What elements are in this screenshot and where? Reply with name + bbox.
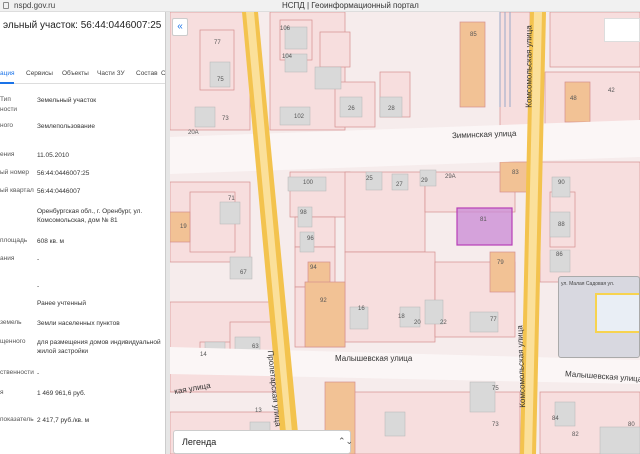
map-svg — [170, 12, 640, 454]
parcel-label: 92 — [320, 298, 327, 304]
parcel-label: 94 — [310, 265, 317, 271]
minimap[interactable]: ул. Малая Садовая ул. — [558, 276, 640, 358]
parcel-label: 63 — [252, 344, 259, 350]
page-tab-title: НСПД | Геоинформационный портал — [282, 1, 419, 10]
parcel-label: 86 — [556, 252, 563, 258]
street-label-malsh: Малышевская улица — [335, 354, 413, 363]
parcel-label: 18 — [398, 314, 405, 320]
parcel-label: 104 — [282, 54, 293, 60]
parcel-label: 14 — [200, 352, 207, 358]
tab-info[interactable]: ация — [0, 70, 15, 77]
parcel-label: 73 — [492, 422, 499, 428]
parcel-label: 82 — [572, 432, 579, 438]
parcel-label: 20А — [188, 130, 199, 136]
legend-label: Легенда — [182, 437, 217, 447]
parcel-label: 26 — [348, 106, 355, 112]
parcel-label: 80 — [628, 422, 635, 428]
legend-dropdown[interactable]: Легенда ⌃⌄ — [173, 430, 354, 454]
street-label-komsomol-top: Комсомольская улица — [524, 25, 534, 108]
parcel-label: 22 — [440, 320, 447, 326]
panel-tabs: ация Сервисы Объекты Части ЗУ Состав С — [0, 64, 165, 84]
tab-parts[interactable]: Части ЗУ — [97, 70, 125, 77]
parcel-label: 75 — [217, 77, 224, 83]
parcel-label: 29А — [445, 174, 456, 180]
map-control-box[interactable] — [604, 18, 640, 42]
parcel-label: 83 — [512, 170, 519, 176]
active-tab-underline — [0, 82, 14, 84]
parcel-label: 77 — [490, 317, 497, 323]
parcel-label: 96 — [307, 236, 314, 242]
minimap-viewport-frame — [595, 293, 639, 333]
parcel-label: 13 — [255, 408, 262, 414]
panel-title: эльный участок: 56:44:0446007:25 — [3, 20, 162, 31]
minimap-street-label: ул. Малая Садовая ул. — [561, 281, 615, 287]
collapse-panel-button[interactable]: « — [172, 18, 188, 36]
parcel-label: 85 — [470, 32, 477, 38]
parcel-label: 81 — [480, 217, 487, 223]
chevron-updown-icon: ⌃⌄ — [338, 436, 354, 446]
cadastral-map[interactable]: Зиминская улица Комсомольская улица Комс… — [170, 12, 640, 454]
parcel-label: 73 — [222, 116, 229, 122]
parcel-label: 88 — [558, 222, 565, 228]
parcel-label: 16 — [358, 306, 365, 312]
lock-icon — [3, 2, 9, 9]
parcel-label: 75 — [492, 386, 499, 392]
parcel-label: 90 — [558, 180, 565, 186]
parcel-label: 77 — [214, 40, 221, 46]
parcel-label: 29 — [421, 178, 428, 184]
parcel-label: 106 — [280, 26, 291, 32]
parcel-label: 98 — [300, 210, 307, 216]
parcel-label: 67 — [240, 270, 247, 276]
parcel-label: 79 — [497, 260, 504, 266]
parcel-label: 42 — [608, 88, 615, 94]
parcel-label: 102 — [294, 114, 305, 120]
parcel-label: 20 — [414, 320, 421, 326]
parcel-label: 27 — [396, 182, 403, 188]
tab-composition[interactable]: Состав — [136, 70, 158, 77]
parcel-label: 25 — [366, 176, 373, 182]
tab-more[interactable]: С — [161, 70, 165, 77]
parcel-label: 48 — [570, 96, 577, 102]
parcel-label: 19 — [180, 224, 187, 230]
parcel-label: 28 — [388, 106, 395, 112]
tab-objects[interactable]: Объекты — [62, 70, 89, 77]
browser-bar: nspd.gov.ru НСПД | Геоинформационный пор… — [0, 0, 640, 12]
parcel-label: 100 — [303, 180, 314, 186]
tab-services[interactable]: Сервисы — [26, 70, 53, 77]
parcel-label: 71 — [228, 196, 235, 202]
info-panel: эльный участок: 56:44:0446007:25 ация Се… — [0, 12, 166, 454]
url-field[interactable]: nspd.gov.ru — [14, 1, 55, 10]
parcel-label: 84 — [552, 416, 559, 422]
